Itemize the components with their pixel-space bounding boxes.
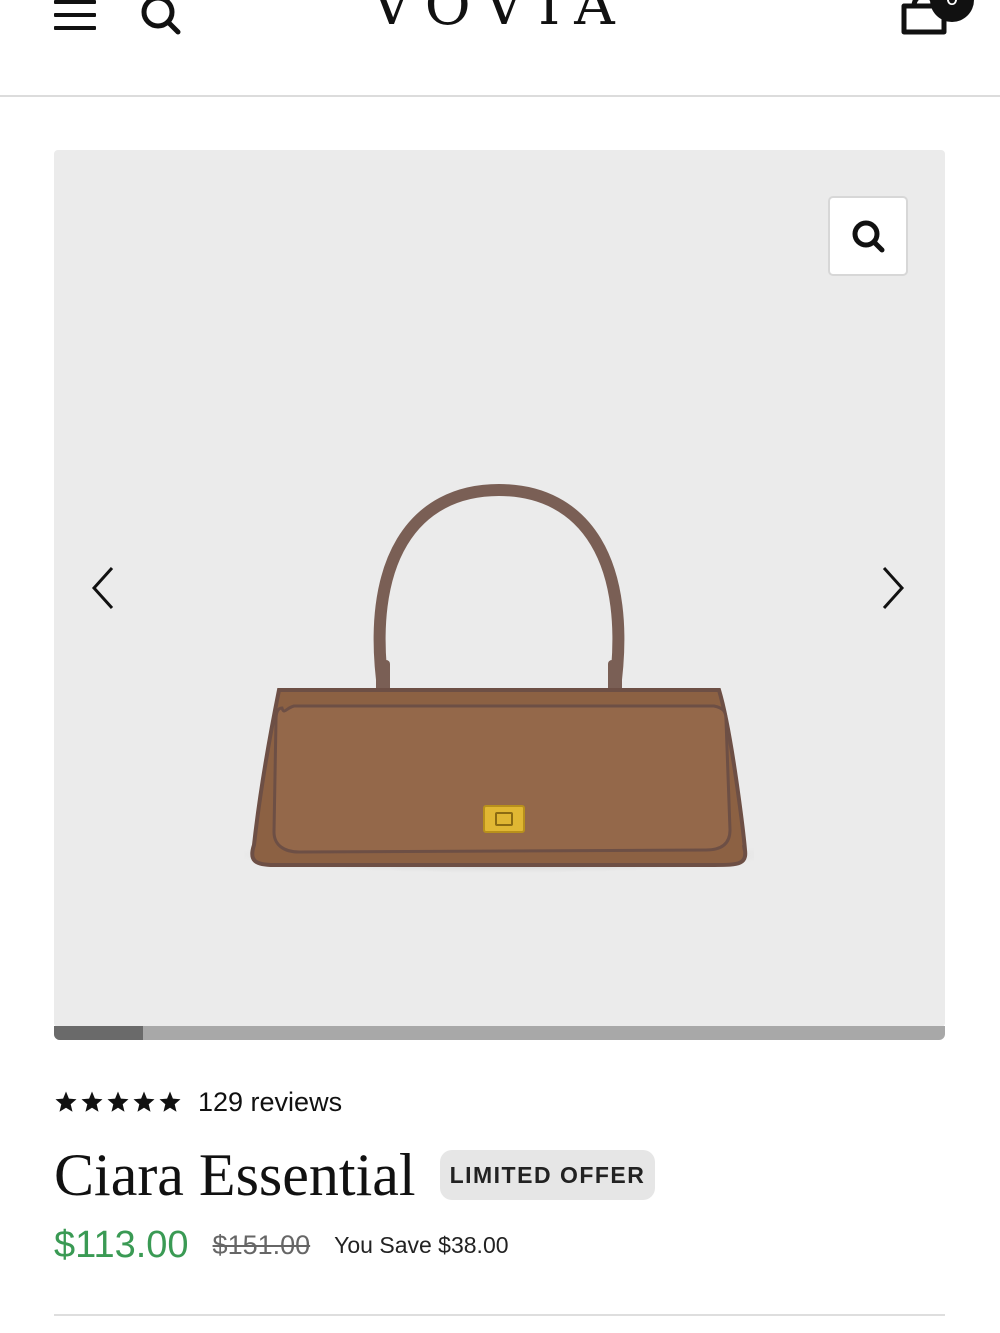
zoom-button[interactable]: [828, 196, 908, 276]
reviews-link[interactable]: 129 reviews: [198, 1087, 342, 1118]
star-icon: [158, 1090, 182, 1114]
previous-image-button[interactable]: [82, 560, 122, 616]
brand-logo[interactable]: VOVIA: [330, 0, 670, 38]
star-rating: [54, 1090, 182, 1114]
search-icon: [852, 220, 885, 253]
star-icon: [106, 1090, 130, 1114]
product-image: [244, 483, 754, 873]
product-image-gallery[interactable]: [54, 150, 945, 1027]
star-icon: [54, 1090, 78, 1114]
product-title-row: Ciara Essential LIMITED OFFER: [54, 1140, 656, 1210]
search-icon[interactable]: [138, 0, 184, 36]
limited-offer-badge: LIMITED OFFER: [439, 1150, 656, 1200]
price-row: $113.00 $151.00 You Save $38.00: [54, 1220, 509, 1270]
divider: [54, 1314, 945, 1316]
gallery-scrollbar[interactable]: [54, 1026, 945, 1040]
menu-icon[interactable]: [54, 0, 96, 32]
compare-at-price: $151.00: [212, 1229, 311, 1260]
star-icon: [132, 1090, 156, 1114]
product-title: Ciara Essential: [54, 1142, 416, 1208]
chevron-left-icon: [91, 566, 114, 610]
savings-text: You Save $38.00: [334, 1231, 509, 1258]
rating-summary[interactable]: 129 reviews: [54, 1082, 342, 1122]
next-image-button[interactable]: [874, 560, 914, 616]
star-icon: [80, 1090, 104, 1114]
gallery-scroll-thumb[interactable]: [54, 1026, 144, 1040]
chevron-right-icon: [882, 566, 905, 610]
site-header: VOVIA 0: [0, 0, 1000, 97]
sale-price: $113.00: [54, 1223, 189, 1266]
